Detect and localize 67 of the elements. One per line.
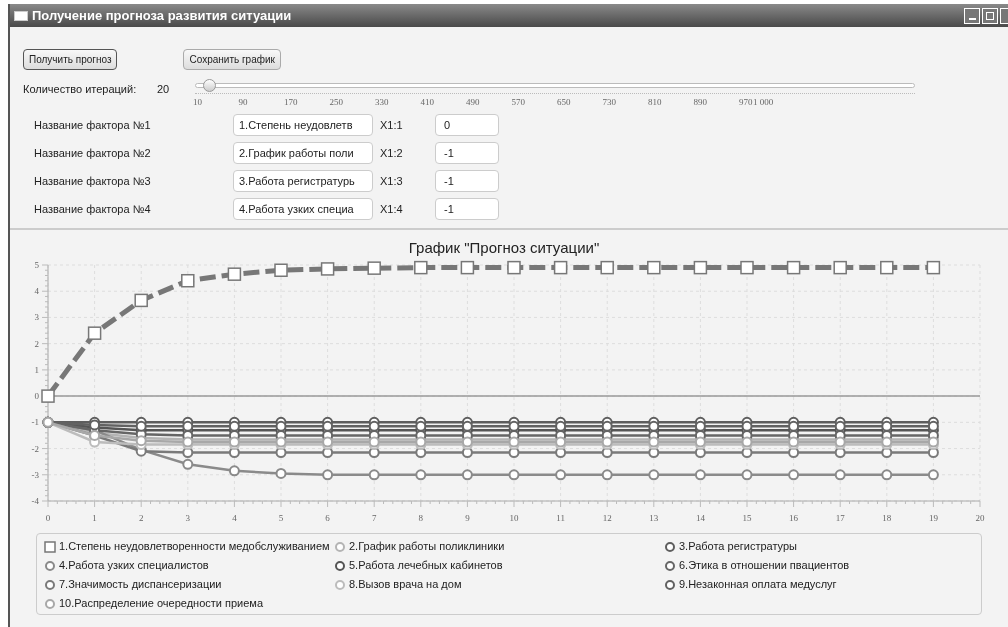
tick-label: 970: [739, 96, 753, 109]
legend-label: 6.Этика в отношении пвациентов: [679, 558, 850, 574]
window-title: Получение прогноза развития ситуации: [32, 6, 292, 25]
tick-label: -2: [31, 443, 39, 454]
tick-label: 4: [34, 286, 39, 297]
tick-label: 410: [420, 96, 434, 109]
factor-label: Название фактора №4: [34, 201, 152, 217]
coefficient-label: X1:3: [380, 173, 404, 189]
tick-label: 14: [695, 513, 705, 523]
chart-title: График "Прогноз ситуации": [408, 238, 600, 258]
coefficient-label: X1:4: [380, 201, 404, 217]
iterations-value: 20: [157, 82, 171, 97]
tick-label: 0: [34, 391, 39, 402]
tick-label: 330: [375, 96, 389, 109]
legend-label: 1.Степень неудовлетворенности медобслуживанием: [59, 539, 330, 555]
tick-label: 810: [648, 96, 662, 109]
tick-label: 7: [371, 513, 377, 523]
legend-label: 4.Работа узких специалистов: [59, 558, 209, 574]
tick-label: 650: [557, 96, 571, 109]
tick-label: 11: [556, 513, 565, 523]
tick-label: 5: [278, 513, 284, 523]
factor-label: Название фактора №3: [34, 173, 152, 189]
legend-label: 10.Распределение очередности приема: [59, 596, 263, 612]
factor-label: Название фактора №2: [34, 145, 152, 161]
factor-label: Название фактора №1: [34, 117, 152, 133]
legend-label: 8.Вызов врача на дом: [349, 577, 462, 593]
legend-label: 2.График работы поликлиники: [349, 539, 505, 555]
tick-label: 8: [418, 513, 424, 523]
tick-label: 490: [466, 96, 480, 109]
tick-label: 730: [602, 96, 616, 109]
tick-label: 250: [329, 96, 343, 109]
tick-label: 2: [138, 513, 144, 523]
tick-label: 570: [511, 96, 525, 109]
tick-label: 16: [789, 513, 799, 523]
coefficient-label: X1:2: [380, 145, 404, 161]
legend-label: 5.Работа лечебных кабинетов: [349, 558, 503, 574]
tick-label: 20: [975, 513, 985, 523]
tick-label: 5: [34, 260, 39, 270]
tick-label: 15: [742, 513, 752, 523]
tick-label: 2: [34, 338, 39, 349]
tick-label: 890: [693, 96, 707, 109]
tick-label: -4: [31, 496, 39, 506]
tick-label: 0: [45, 513, 51, 523]
tick-label: 170: [284, 96, 298, 109]
tick-label: 3: [34, 312, 39, 323]
tick-label: 6: [325, 513, 330, 523]
legend-label: 7.Значимость диспансеризации: [59, 577, 222, 593]
tick-label: 1: [92, 513, 97, 523]
tick-label: 4: [232, 513, 237, 523]
legend-label: 9.Незаконная оплата медуслуг: [679, 577, 837, 593]
coefficient-label: X1:1: [380, 117, 404, 133]
tick-label: -3: [31, 469, 39, 480]
tick-label: -1: [31, 417, 39, 428]
tick-label: 10: [193, 96, 202, 109]
tick-label: 18: [882, 513, 892, 523]
tick-label: 12: [602, 513, 612, 523]
tick-label: 13: [649, 513, 659, 523]
iterations-label: Количество итераций:: [23, 82, 138, 97]
tick-label: 9: [465, 513, 470, 523]
tick-label: 17: [835, 513, 845, 523]
tick-label: 90: [238, 96, 248, 109]
tick-label: 10: [509, 513, 519, 523]
tick-label: 1 000: [753, 96, 774, 109]
legend-label: 3.Работа регистратуры: [679, 539, 797, 555]
tick-label: 1: [34, 364, 39, 375]
tick-label: 19: [928, 513, 938, 523]
tick-label: 3: [185, 513, 191, 523]
